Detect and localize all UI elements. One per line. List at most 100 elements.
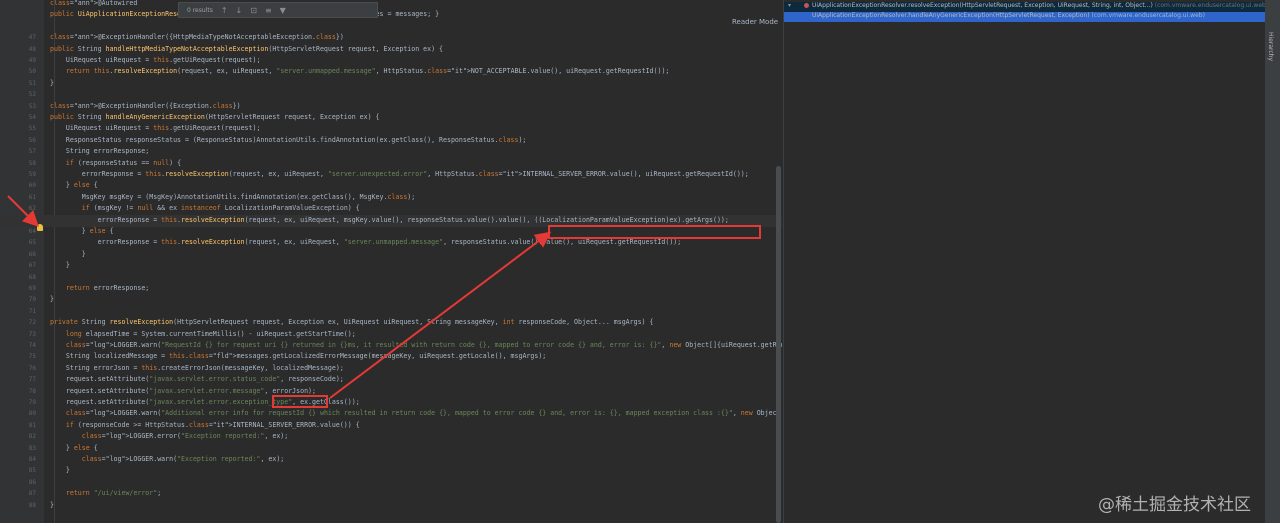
code-text[interactable]: UiRequest uiRequest = this.getUiRequest(…	[50, 124, 261, 132]
code-line[interactable]: 49 UiRequest uiRequest = this.getUiReque…	[0, 55, 782, 67]
filter-icon[interactable]: ▼	[280, 6, 286, 15]
code-line[interactable]: 73 long elapsedTime = System.currentTime…	[0, 329, 782, 341]
line-number: 52	[28, 91, 36, 99]
line-number: 84	[28, 456, 36, 463]
code-line[interactable]: 88}	[0, 500, 782, 512]
code-line[interactable]: 61 MsgKey msgKey = (MsgKey)AnnotationUti…	[0, 192, 782, 204]
code-line[interactable]: 85 }	[0, 465, 782, 477]
code-line[interactable]: 81 if (responseCode >= HttpStatus.class=…	[0, 420, 782, 432]
code-text[interactable]: UiRequest uiRequest = this.getUiRequest(…	[50, 56, 261, 64]
code-text[interactable]: ResponseStatus responseStatus = (Respons…	[50, 136, 527, 144]
code-text[interactable]: private String resolveException(HttpServ…	[50, 318, 653, 326]
chevron-down-icon[interactable]: ▾	[788, 2, 791, 9]
code-text[interactable]: class="log">LOGGER.error("Exception repo…	[50, 432, 288, 440]
code-text[interactable]: } else {	[50, 181, 98, 189]
code-line[interactable]: 58 if (responseStatus == null) {	[0, 158, 782, 170]
code-line[interactable]: 67 }	[0, 260, 782, 272]
code-line[interactable]: 48 public String handleHttpMediaTypeNotAc…	[0, 44, 782, 56]
code-text[interactable]: }	[50, 79, 54, 87]
editor-scrollbar[interactable]	[776, 166, 781, 523]
frames-panel[interactable]: ▾ UiApplicationExceptionResolver.resolve…	[783, 0, 1268, 523]
code-line[interactable]	[0, 21, 782, 33]
code-line[interactable]: 70}	[0, 294, 782, 306]
code-line[interactable]: 76 String errorJson = this.createErrorJs…	[0, 363, 782, 375]
code-line[interactable]: 51}	[0, 78, 782, 90]
frame-item[interactable]: UiApplicationExceptionResolver.handleAny…	[784, 12, 1266, 22]
code-line[interactable]: 83 } else {	[0, 443, 782, 455]
code-text[interactable]: }	[50, 295, 54, 303]
code-line[interactable]: 55 UiRequest uiRequest = this.getUiReque…	[0, 123, 782, 135]
code-text[interactable]: return errorResponse;	[50, 284, 149, 292]
code-line[interactable]: 79 request.setAttribute("javax.servlet.e…	[0, 397, 782, 409]
code-line[interactable]: 80 class="log">LOGGER.warn("Additional e…	[0, 408, 782, 420]
code-text[interactable]: String errorResponse;	[50, 147, 149, 155]
code-text[interactable]: return "/ui/view/error";	[50, 489, 161, 497]
lightbulb-icon[interactable]	[37, 224, 43, 231]
line-number: 76	[28, 364, 36, 372]
code-text[interactable]: request.setAttribute("javax.servlet.erro…	[50, 375, 344, 383]
code-text[interactable]: if (msgKey != null && ex instanceof Loca…	[50, 204, 360, 212]
code-line[interactable]: 56 ResponseStatus responseStatus = (Resp…	[0, 135, 782, 147]
code-text[interactable]: return this.resolveException(request, ex…	[50, 67, 670, 75]
code-line[interactable]: 62 if (msgKey != null && ex instanceof L…	[0, 203, 782, 215]
code-line[interactable]: 84 class="log">LOGGER.warn("Exception re…	[0, 454, 782, 466]
code-line[interactable]: 50 return this.resolveException(request,…	[0, 66, 782, 78]
code-text[interactable]: } else {	[50, 444, 98, 452]
up-arrow-icon[interactable]: ↑	[221, 6, 228, 15]
code-text[interactable]: class="ann">@Autowired	[50, 0, 137, 7]
code-text[interactable]: if (responseStatus == null) {	[50, 159, 181, 167]
code-line[interactable]: 78 request.setAttribute("javax.servlet.e…	[0, 386, 782, 398]
code-text[interactable]: errorResponse = this.resolveException(re…	[50, 216, 729, 224]
code-line[interactable]: 86	[0, 477, 782, 489]
code-text[interactable]: class="ann">@ExceptionHandler({Exception…	[50, 102, 241, 110]
code-text[interactable]: }	[50, 466, 70, 474]
code-line[interactable]: 72 private String resolveException(HttpSe…	[0, 317, 782, 329]
code-text[interactable]: class="log">LOGGER.warn("Additional erro…	[50, 409, 782, 417]
code-text[interactable]: request.setAttribute("javax.servlet.erro…	[50, 387, 316, 395]
code-text[interactable]: class="ann">@ExceptionHandler({HttpMedia…	[50, 33, 344, 41]
code-line[interactable]: 87 return "/ui/view/error";	[0, 488, 782, 500]
code-text[interactable]: errorResponse = this.resolveException(re…	[50, 170, 749, 178]
code-line[interactable]: 69 return errorResponse;	[0, 283, 782, 295]
code-line[interactable]: 77 request.setAttribute("javax.servlet.e…	[0, 374, 782, 386]
code-text[interactable]: }	[50, 250, 86, 258]
hierarchy-tab[interactable]: Hierarchy	[1267, 32, 1274, 61]
code-line[interactable]: 53 class="ann">@ExceptionHandler({Excepti…	[0, 101, 782, 113]
code-line[interactable]: 54 public String handleAnyGenericExceptio…	[0, 112, 782, 124]
code-line[interactable]: 57 String errorResponse;	[0, 146, 782, 158]
code-text[interactable]: }	[50, 261, 70, 269]
code-line[interactable]: 71	[0, 306, 782, 318]
code-line[interactable]: 52	[0, 89, 782, 101]
code-line[interactable]: 82 class="log">LOGGER.error("Exception r…	[0, 431, 782, 443]
code-line[interactable]: 75 String localizedMessage = this.class=…	[0, 351, 782, 363]
code-text[interactable]: errorResponse = this.resolveException(re…	[50, 238, 682, 246]
code-text[interactable]: String errorJson = this.createErrorJson(…	[50, 364, 344, 372]
reader-mode-button[interactable]: Reader Mode	[732, 18, 778, 26]
frame-method: UiApplicationExceptionResolver.handleAny…	[812, 12, 1090, 19]
code-editor[interactable]: class="ann">@Autowired public UiApplicati…	[0, 0, 782, 523]
code-text[interactable]: public String handleHttpMediaTypeNotAcce…	[50, 45, 443, 53]
code-line[interactable]: 47 class="ann">@ExceptionHandler({HttpMed…	[0, 32, 782, 44]
line-number: 57	[28, 148, 36, 156]
code-line[interactable]: 66 }	[0, 249, 782, 261]
code-text[interactable]: } else {	[50, 227, 114, 235]
find-in-selection-icon[interactable]: ⊡	[250, 6, 257, 15]
code-line[interactable]: 60 } else {	[0, 180, 782, 192]
code-text[interactable]: if (responseCode >= HttpStatus.class="it…	[50, 421, 360, 429]
down-arrow-icon[interactable]: ↓	[236, 6, 243, 15]
code-text[interactable]: class="log">LOGGER.warn("RequestId {} fo…	[50, 341, 782, 349]
code-line[interactable]: 59 errorResponse = this.resolveException…	[0, 169, 782, 181]
frame-item[interactable]: ▾ UiApplicationExceptionResolver.resolve…	[784, 2, 1268, 12]
code-text[interactable]: class="log">LOGGER.warn("Exception repor…	[50, 455, 285, 463]
code-text[interactable]: }	[50, 501, 54, 509]
code-text[interactable]: String localizedMessage = this.class="fl…	[50, 352, 546, 360]
code-text[interactable]: MsgKey msgKey = (MsgKey)AnnotationUtils.…	[50, 193, 416, 201]
code-text[interactable]: public String handleAnyGenericException(…	[50, 113, 380, 121]
code-line[interactable]: public UiApplicationExceptionResolver(Me…	[0, 9, 782, 21]
code-line[interactable]: 65 errorResponse = this.resolveException…	[0, 237, 782, 249]
find-bar[interactable]: 0 results ↑ ↓ ⊡ ≡ ▼	[178, 2, 378, 18]
code-line[interactable]: 68	[0, 272, 782, 284]
regex-icon[interactable]: ≡	[265, 6, 272, 15]
code-line[interactable]: 74 class="log">LOGGER.warn("RequestId {}…	[0, 340, 782, 352]
code-text[interactable]: long elapsedTime = System.currentTimeMil…	[50, 330, 356, 338]
